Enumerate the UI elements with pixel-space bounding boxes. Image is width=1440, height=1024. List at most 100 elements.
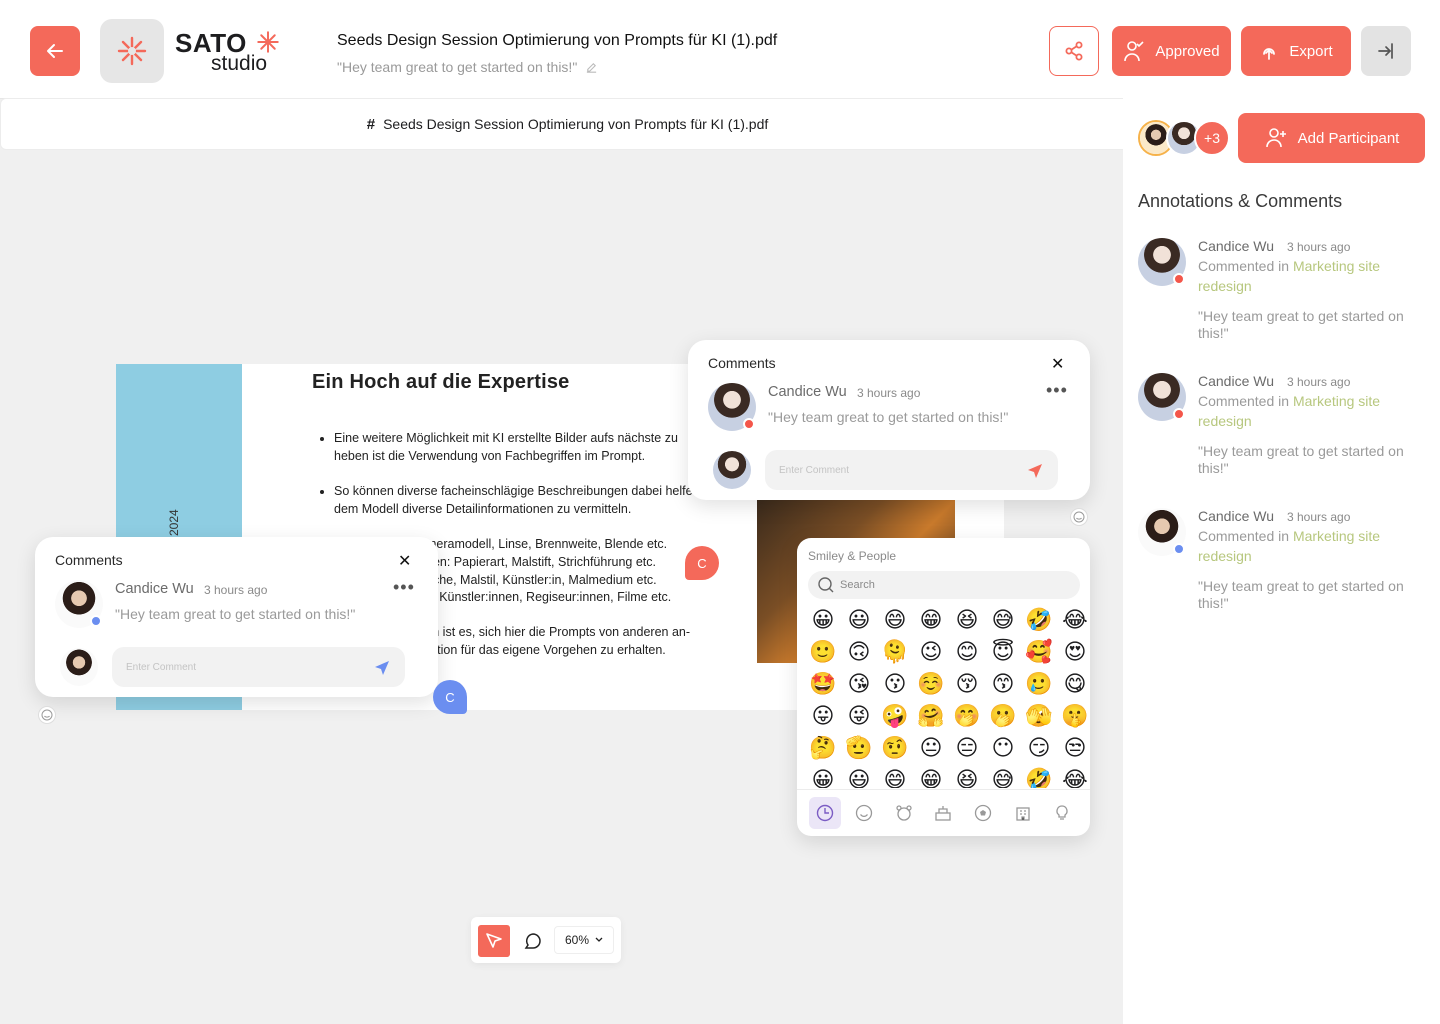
emoji-item[interactable]: 😁	[913, 604, 949, 636]
emoji-tabs	[797, 789, 1090, 836]
bullet-line: oche, Malstil, Künstler:in, Malmedium et…	[426, 572, 657, 587]
emoji-item[interactable]: 😆	[949, 604, 985, 636]
sparkle-icon	[117, 36, 147, 66]
add-participant-button[interactable]: Add Participant	[1238, 113, 1425, 163]
emoji-item[interactable]: 😍	[1057, 636, 1089, 668]
exit-button[interactable]	[1361, 26, 1411, 76]
emoji-item[interactable]: 🙂	[805, 636, 841, 668]
emoji-item[interactable]: 😂	[1057, 764, 1089, 789]
emoji-item[interactable]: ☺️	[913, 668, 949, 700]
emoji-item[interactable]: 😄	[877, 604, 913, 636]
emoji-item[interactable]: 🤗	[913, 700, 949, 732]
comment-input[interactable]: Enter Comment	[765, 450, 1058, 490]
emoji-item[interactable]: 😅	[985, 764, 1021, 789]
send-icon[interactable]	[1026, 462, 1044, 480]
emoji-item[interactable]: 😇	[985, 636, 1021, 668]
approved-button[interactable]: Approved	[1112, 26, 1231, 76]
emoji-item[interactable]: 😘	[841, 668, 877, 700]
emoji-item[interactable]: 🙃	[841, 636, 877, 668]
emoji-item[interactable]: 😃	[841, 764, 877, 789]
clock-icon[interactable]	[808, 797, 841, 829]
sidebar-comment[interactable]: Candice Wu 3 hours ago Commented in Mark…	[1138, 508, 1428, 628]
emoji-item[interactable]: 😏	[1021, 732, 1057, 764]
export-button[interactable]: Export	[1241, 26, 1351, 76]
cursor-icon	[486, 933, 502, 948]
emoji-search[interactable]: Search	[808, 571, 1080, 599]
emoji-item[interactable]: 😉	[913, 636, 949, 668]
more-options-icon[interactable]: •••	[1046, 380, 1068, 401]
sidebar-comment[interactable]: Candice Wu 3 hours ago Commented in Mark…	[1138, 373, 1428, 493]
select-tool[interactable]	[478, 925, 510, 957]
emoji-item[interactable]: 🤨	[877, 732, 913, 764]
emoji-item[interactable]: 🫢	[985, 700, 1021, 732]
comment-tool[interactable]	[517, 925, 549, 957]
comment-input[interactable]: Enter Comment	[112, 647, 405, 687]
emoji-item[interactable]: 🤔	[805, 732, 841, 764]
close-icon[interactable]: ✕	[1051, 354, 1064, 374]
comment-marker[interactable]: C	[685, 546, 719, 580]
status-dot	[90, 615, 102, 627]
smiley-icon[interactable]	[848, 797, 880, 829]
emoji-item[interactable]: 😋	[1057, 668, 1089, 700]
building-icon[interactable]	[1007, 797, 1039, 829]
emoji-item[interactable]: 😚	[949, 668, 985, 700]
comment-time: 3 hours ago	[1287, 240, 1351, 254]
edit-icon[interactable]	[585, 61, 598, 74]
my-avatar	[713, 451, 751, 489]
emoji-item[interactable]: 🤩	[805, 668, 841, 700]
emoji-item[interactable]: 😀	[805, 604, 841, 636]
add-reaction-icon[interactable]	[38, 706, 56, 724]
commenter-name: Candice Wu	[1198, 373, 1275, 389]
more-options-icon[interactable]: •••	[393, 577, 415, 598]
emoji-item[interactable]: 🫣	[1021, 700, 1057, 732]
subtitle-text: "Hey team great to get started on this!"	[337, 59, 578, 75]
participant-avatars[interactable]: +3	[1138, 120, 1230, 158]
emoji-item[interactable]: 😃	[841, 604, 877, 636]
emoji-item[interactable]: 😛	[805, 700, 841, 732]
commenter-name: Candice Wu	[115, 581, 194, 597]
emoji-item[interactable]: 😐	[913, 732, 949, 764]
emoji-item[interactable]: 😁	[913, 764, 949, 789]
emoji-item[interactable]: 😄	[877, 764, 913, 789]
emoji-item[interactable]: 😂	[1057, 604, 1089, 636]
comment-context: Commented in Marketing site redesign	[1198, 528, 1381, 564]
emoji-item[interactable]: 😗	[877, 668, 913, 700]
ball-icon[interactable]	[967, 797, 999, 829]
status-dot	[743, 418, 755, 430]
emoji-item[interactable]: 😒	[1057, 732, 1089, 764]
back-button[interactable]	[30, 26, 80, 76]
emoji-item[interactable]: 🥰	[1021, 636, 1057, 668]
chat-bubble-icon	[524, 933, 541, 949]
comment-text: "Hey team great to get started on this!"	[1198, 578, 1404, 611]
emoji-item[interactable]: 😑	[949, 732, 985, 764]
emoji-item[interactable]: 🤣	[1021, 764, 1057, 789]
add-reaction-icon[interactable]	[1070, 508, 1088, 526]
emoji-item[interactable]: 😶	[985, 732, 1021, 764]
emoji-item[interactable]: 😜	[841, 700, 877, 732]
bear-icon[interactable]	[888, 797, 920, 829]
sidebar-comment[interactable]: Candice Wu 3 hours ago Commented in Mark…	[1138, 238, 1428, 358]
emoji-item[interactable]: 🫠	[877, 636, 913, 668]
emoji-item[interactable]: 🤫	[1057, 700, 1089, 732]
food-icon[interactable]	[927, 797, 959, 829]
emoji-item[interactable]: 😊	[949, 636, 985, 668]
emoji-item[interactable]: 😅	[985, 604, 1021, 636]
share-button[interactable]	[1049, 26, 1099, 76]
logo-mark	[100, 19, 164, 83]
emoji-item[interactable]: 🤭	[949, 700, 985, 732]
bulb-icon[interactable]	[1046, 797, 1078, 829]
comments-title: Comments	[55, 552, 123, 568]
emoji-item[interactable]: 🫡	[841, 732, 877, 764]
zoom-value: 60%	[564, 933, 590, 947]
emoji-item[interactable]: 😆	[949, 764, 985, 789]
emoji-item[interactable]: 😙	[985, 668, 1021, 700]
comment-marker[interactable]: C	[433, 680, 467, 714]
emoji-item[interactable]: 😀	[805, 764, 841, 789]
close-icon[interactable]: ✕	[398, 551, 411, 571]
zoom-select[interactable]: 60%	[554, 926, 614, 954]
emoji-item[interactable]: 🤣	[1021, 604, 1057, 636]
emoji-item[interactable]: 🥲	[1021, 668, 1057, 700]
emoji-item[interactable]: 🤪	[877, 700, 913, 732]
send-icon[interactable]	[373, 659, 391, 677]
more-participants-badge[interactable]: +3	[1194, 120, 1230, 156]
